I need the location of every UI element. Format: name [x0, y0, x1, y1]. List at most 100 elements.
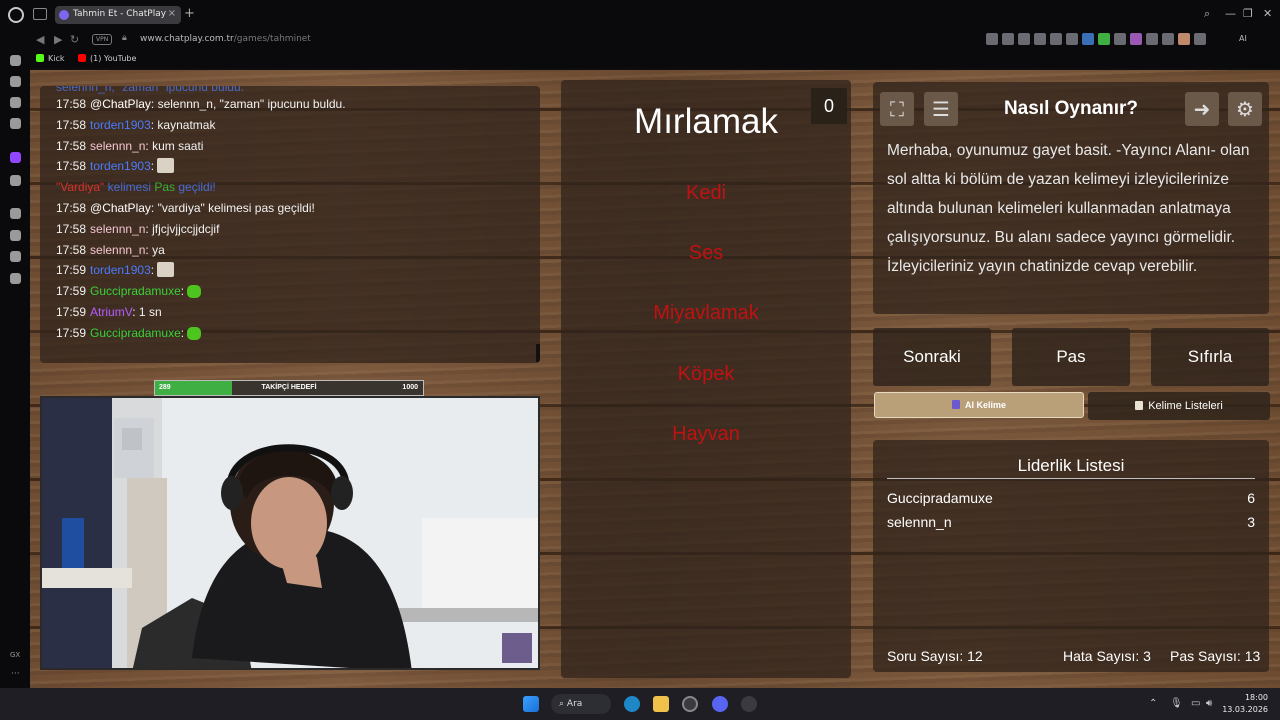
microphone-icon[interactable]: 🎙︎ — [1170, 698, 1183, 709]
extension-icon[interactable] — [1162, 33, 1174, 45]
bookmark-youtube[interactable]: (1) YouTube — [78, 54, 136, 63]
chat-panel: selennn_n, "zaman" ipucunu buldu. 17:58 @… — [40, 86, 540, 363]
restore-icon[interactable]: ❐ — [1243, 7, 1253, 20]
reset-button[interactable]: Sıfırla — [1151, 328, 1269, 386]
profile-avatar-icon[interactable] — [1178, 33, 1190, 45]
sidebar-gx-corner-icon[interactable] — [10, 76, 21, 87]
extension-icon[interactable] — [1018, 33, 1030, 45]
chat-username[interactable]: selennn_n — [90, 243, 145, 257]
extension-icon[interactable] — [1002, 33, 1014, 45]
extension-icon[interactable] — [1146, 33, 1158, 45]
extension-icon[interactable] — [1194, 33, 1206, 45]
extension-icon[interactable] — [1066, 33, 1078, 45]
ai-word-button[interactable]: AI Kelime — [874, 392, 1084, 418]
sidebar-gx-label[interactable]: GX — [10, 651, 20, 659]
opera-gx-logo-icon[interactable] — [8, 7, 24, 23]
sidebar-cleaner-icon[interactable] — [10, 97, 21, 108]
vpn-badge[interactable]: VPN — [92, 34, 113, 45]
chat-username[interactable]: AtriumV — [90, 305, 132, 319]
chat-image-emote-icon — [157, 158, 175, 174]
chat-text: : — [150, 263, 158, 278]
chat-text: : selennn_n, "zaman" ipucunu buldu. — [150, 97, 346, 111]
aria-ai-button[interactable]: AI — [1239, 34, 1247, 43]
chat-username[interactable]: @ChatPlay — [90, 201, 151, 215]
word-card: 0 Mırlamak Kedi Ses Miyavlamak Köpek Hay… — [561, 80, 851, 678]
bookmark-kick[interactable]: Kick — [36, 54, 65, 63]
chat-message: 17:59 Guccipradamuxe: — [56, 323, 540, 344]
chat-message: 17:58 selennn_n: kum saati — [56, 136, 540, 157]
obs-icon[interactable] — [741, 696, 757, 712]
chat-username[interactable]: torden1903 — [90, 118, 151, 132]
chat-timestamp: 17:58 — [56, 242, 87, 257]
taboo-word: Miyavlamak — [653, 302, 759, 324]
chat-username[interactable]: selennn_n — [90, 139, 145, 153]
tray-chevron-icon[interactable]: ⌃ — [1149, 698, 1157, 709]
taskbar-search[interactable]: ⌕ Ara — [551, 694, 611, 714]
tab-tahmin-et[interactable]: Tahmin Et - ChatPlay × — [55, 6, 181, 24]
display-icon[interactable]: ▭ — [1191, 698, 1200, 709]
sidebar-extensions-icon[interactable] — [10, 251, 21, 262]
extension-icon[interactable] — [1050, 33, 1062, 45]
sidebar-control-icon[interactable] — [10, 118, 21, 129]
search-tabs-icon[interactable]: ⌕ — [1204, 7, 1210, 21]
pass-button[interactable]: Pas — [1012, 328, 1130, 386]
url-field[interactable]: www.chatplay.com.tr/games/tahminet — [140, 34, 311, 44]
word-lists-button[interactable]: Kelime Listeleri — [1088, 392, 1270, 420]
chat-username[interactable]: torden1903 — [90, 159, 151, 173]
windows-start-icon[interactable] — [523, 696, 539, 712]
tab-switcher-icon[interactable] — [33, 8, 47, 20]
extension-icon[interactable] — [1034, 33, 1046, 45]
x-twitter-icon[interactable] — [10, 175, 21, 186]
tab-close-icon[interactable]: × — [168, 8, 176, 19]
chat-username[interactable]: Guccipradamuxe — [90, 326, 181, 340]
next-button[interactable]: Sonraki — [873, 328, 991, 386]
chat-username[interactable]: selennn_n — [90, 222, 145, 236]
error-count: Hata Sayısı: 3 — [1063, 648, 1151, 664]
opera-gx-taskbar-icon[interactable] — [682, 696, 698, 712]
how-to-play-panel: ⛶ ☰ Nasıl Oynanır? ➜ ⚙ Merhaba, oyunumuz… — [873, 82, 1269, 314]
chat-text: : 1 sn — [132, 304, 162, 319]
forward-icon[interactable]: ▶ — [54, 33, 62, 46]
reload-icon[interactable]: ↻ — [70, 33, 79, 46]
twitch-icon[interactable] — [10, 152, 21, 163]
sidebar-settings-icon[interactable] — [10, 273, 21, 284]
clock-time[interactable]: 18:00 — [1232, 693, 1268, 702]
volume-icon[interactable]: 🔊︎ — [1206, 698, 1212, 709]
fullscreen-icon[interactable]: ⛶ — [880, 92, 914, 126]
chat-username[interactable]: Guccipradamuxe — [90, 284, 181, 298]
chat-message: 17:58 @ChatPlay: selennn_n, "zaman" ipucu… — [56, 94, 540, 115]
system-text: geçildi! — [175, 180, 216, 195]
sidebar-pin-icon[interactable] — [10, 208, 21, 219]
back-icon[interactable]: ◀ — [36, 33, 44, 46]
sidebar-more-icon[interactable]: ··· — [11, 669, 20, 679]
url-host: www.chatplay.com.tr — [140, 34, 234, 44]
exit-icon[interactable]: ➜ — [1185, 92, 1219, 126]
sidebar-home-icon[interactable] — [10, 55, 21, 66]
chat-message-list: 17:58 @ChatPlay: selennn_n, "zaman" ipucu… — [56, 94, 540, 344]
extension-icon[interactable] — [1082, 33, 1094, 45]
settings-gear-icon[interactable]: ⚙ — [1228, 92, 1262, 126]
extension-icon[interactable] — [1098, 33, 1110, 45]
webcam-video — [40, 396, 540, 670]
edge-icon[interactable] — [624, 696, 640, 712]
lock-icon[interactable]: 🔒︎ — [122, 33, 127, 43]
chat-scrollbar[interactable] — [536, 344, 540, 362]
chat-text: : — [180, 325, 188, 340]
player-score: 6 — [1247, 490, 1255, 506]
document-icon[interactable]: ☰ — [924, 92, 958, 126]
chat-username[interactable]: @ChatPlay — [90, 97, 151, 111]
clock-date[interactable]: 13.03.2026 — [1216, 705, 1268, 714]
extension-icon[interactable] — [1130, 33, 1142, 45]
extension-icon[interactable] — [986, 33, 998, 45]
sidebar-history-icon[interactable] — [10, 230, 21, 241]
extension-icon[interactable] — [1114, 33, 1126, 45]
minimize-icon[interactable]: — — [1225, 7, 1236, 20]
chat-message: "Vardiya" kelimesi Pas geçildi! — [56, 177, 540, 198]
new-tab-button[interactable]: + — [184, 6, 195, 21]
word-lists-label: Kelime Listeleri — [1148, 400, 1223, 412]
how-to-play-title: Nasıl Oynanır? — [1003, 98, 1139, 119]
file-explorer-icon[interactable] — [653, 696, 669, 712]
close-window-icon[interactable]: ✕ — [1263, 7, 1272, 20]
chat-username[interactable]: torden1903 — [90, 263, 151, 277]
discord-icon[interactable] — [712, 696, 728, 712]
